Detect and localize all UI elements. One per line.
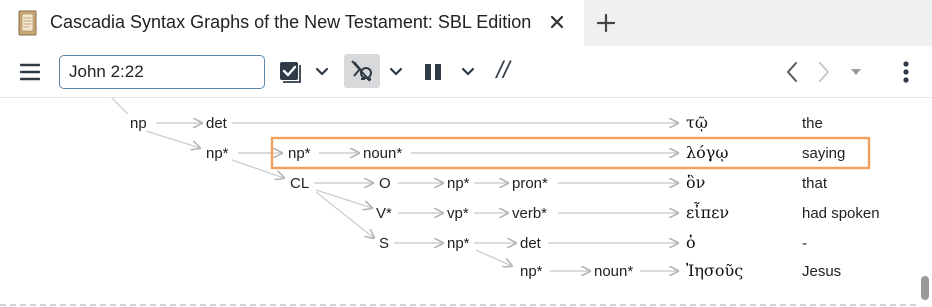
scrollbar-thumb[interactable]: [921, 276, 929, 300]
node-np-star[interactable]: np*: [520, 263, 543, 280]
node-np-star[interactable]: np*: [447, 235, 470, 252]
node-object[interactable]: O: [379, 175, 391, 192]
node-verb-star[interactable]: verb*: [512, 205, 547, 222]
greek-word[interactable]: ὁ: [686, 233, 696, 252]
gloss-text: Jesus: [802, 263, 841, 280]
node-noun-star[interactable]: noun*: [363, 145, 402, 162]
node-det[interactable]: det: [520, 235, 542, 252]
more-vertical-icon[interactable]: [894, 57, 918, 87]
hamburger-menu-icon[interactable]: [14, 59, 46, 85]
chevron-left-icon[interactable]: [780, 58, 804, 86]
tab-strip: Cascadia Syntax Graphs of the New Testam…: [0, 0, 932, 46]
greek-word[interactable]: ὃν: [686, 173, 705, 192]
node-verb-clause[interactable]: V*: [376, 205, 392, 222]
syntax-graph-panel: np det np* np* noun* CL O np* pron* V* v…: [0, 98, 932, 307]
node-subject[interactable]: S: [379, 235, 389, 252]
book-icon: [17, 10, 39, 36]
gloss-text: -: [802, 235, 807, 252]
interlinear-icon[interactable]: [344, 54, 380, 88]
reference-input[interactable]: [59, 55, 265, 89]
toolbar: //: [0, 46, 932, 98]
greek-word[interactable]: τῷ: [686, 113, 708, 132]
node-vp-star[interactable]: vp*: [447, 205, 469, 222]
tab-cascadia[interactable]: Cascadia Syntax Graphs of the New Testam…: [0, 0, 584, 46]
node-noun-star[interactable]: noun*: [594, 263, 633, 280]
parallel-resources-button[interactable]: //: [488, 56, 518, 86]
gloss-text: had spoken: [802, 205, 880, 222]
greek-word[interactable]: Ἰησοῦς: [686, 261, 743, 280]
chevron-down-icon[interactable]: [312, 60, 332, 84]
node-pron-star[interactable]: pron*: [512, 175, 548, 192]
chevron-down-icon[interactable]: [458, 60, 478, 84]
columns-icon[interactable]: [420, 58, 446, 86]
node-np[interactable]: np: [130, 115, 147, 132]
node-np-star[interactable]: np*: [206, 145, 229, 162]
chevron-right-icon[interactable]: [812, 58, 836, 86]
gloss-text: that: [802, 175, 828, 192]
close-icon[interactable]: [546, 11, 568, 33]
node-det[interactable]: det: [206, 115, 228, 132]
gloss-text: saying: [802, 145, 845, 162]
edge-partial: [111, 98, 129, 115]
greek-word[interactable]: εἶπεν: [686, 201, 729, 222]
new-tab-plus-icon[interactable]: [593, 10, 619, 36]
divider: [0, 304, 916, 306]
syntax-graph: np det np* np* noun* CL O np* pron* V* v…: [111, 98, 880, 280]
checkbox-icon[interactable]: [276, 58, 304, 86]
node-np-star[interactable]: np*: [447, 175, 470, 192]
greek-word[interactable]: λόγῳ: [686, 143, 728, 162]
tab-title: Cascadia Syntax Graphs of the New Testam…: [50, 12, 532, 32]
node-np-star[interactable]: np*: [288, 145, 311, 162]
node-cl[interactable]: CL: [290, 175, 309, 192]
gloss-text: the: [802, 115, 823, 132]
caret-down-icon[interactable]: [846, 60, 866, 84]
chevron-down-icon[interactable]: [386, 60, 406, 84]
